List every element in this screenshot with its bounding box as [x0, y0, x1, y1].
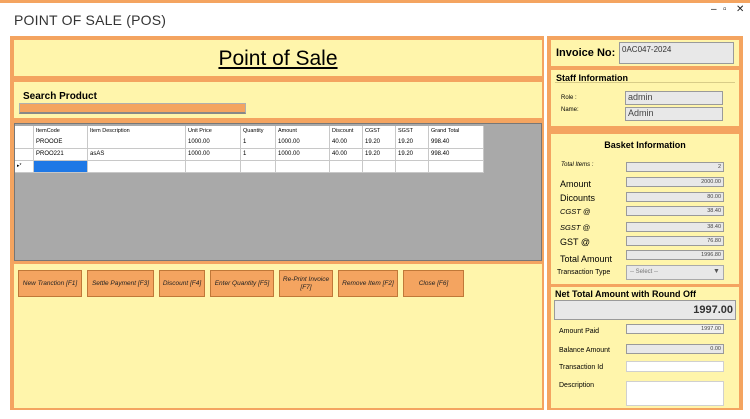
invoice-number: 0AC047-2024	[619, 42, 734, 64]
total-items-value: 2	[626, 162, 724, 172]
table-cell[interactable]: 1000.00	[276, 137, 330, 149]
basket-panel: Basket Information Total Items : 2 Amoun…	[551, 134, 739, 284]
discounts-label: Dicounts	[560, 193, 596, 203]
table-cell[interactable]: 998.40	[429, 149, 484, 161]
search-label: Search Product	[23, 91, 97, 102]
new-row-cell-selected[interactable]	[34, 161, 88, 173]
new-row-cell[interactable]	[363, 161, 396, 173]
new-row-cell[interactable]	[88, 161, 186, 173]
search-input[interactable]	[19, 103, 246, 114]
invoice-panel: Invoice No: 0AC047-2024	[551, 40, 739, 66]
role-value: admin	[625, 91, 723, 105]
new-row-cell[interactable]	[241, 161, 276, 173]
staff-panel: Staff Information Role : admin Name: Adm…	[551, 70, 739, 126]
transaction-type-value: -- Select --	[630, 269, 659, 275]
table-cell[interactable]: 19.20	[396, 137, 429, 149]
table-cell[interactable]	[88, 137, 186, 149]
cgst-label: CGST @	[560, 207, 591, 216]
amount-paid-label: Amount Paid	[559, 328, 600, 335]
table-cell[interactable]: 40.00	[330, 137, 363, 149]
table-cell[interactable]: 1000.00	[276, 149, 330, 161]
table-cell[interactable]: 1000.00	[186, 137, 241, 149]
role-label: Role :	[561, 95, 577, 101]
balance-value: 0.00	[626, 344, 724, 354]
search-panel: Search Product	[14, 82, 542, 118]
reprint-invoice-button[interactable]: Re-Print Invoice [F7]	[279, 270, 333, 297]
close-icon[interactable]: ✕	[736, 4, 744, 15]
name-label: Name:	[561, 107, 579, 113]
table-cell[interactable]: PROO221	[34, 149, 88, 161]
table-cell[interactable]: PROOOE	[34, 137, 88, 149]
table-cell[interactable]: 998.40	[429, 137, 484, 149]
new-row-cell[interactable]	[276, 161, 330, 173]
name-value: Admin	[625, 107, 723, 121]
payment-panel: Net Total Amount with Round Off 1997.00 …	[551, 287, 739, 408]
net-total-value: 1997.00	[554, 300, 736, 320]
table-cell[interactable]: 1	[241, 137, 276, 149]
table-cell[interactable]: 40.00	[330, 149, 363, 161]
total-items-label: Total Items :	[561, 162, 594, 168]
action-panel: New Tranction [F1] Settle Payment [F3] Dis…	[14, 264, 542, 408]
net-total-label: Net Total Amount with Round Off	[555, 289, 696, 299]
transaction-type-select[interactable]: -- Select -- ▼	[626, 265, 724, 280]
window-title: POINT OF SALE (POS)	[14, 12, 167, 28]
product-table: ItemCode Item Description Unit Price Quanti…	[14, 123, 542, 261]
basket-title: Basket Information	[604, 140, 686, 150]
table-cell[interactable]: asAS	[88, 149, 186, 161]
table-cell[interactable]: 19.20	[396, 149, 429, 161]
new-row-marker[interactable]: ▸*	[15, 161, 34, 173]
description-input[interactable]	[626, 381, 724, 406]
total-amount-value: 1996.80	[626, 250, 724, 260]
staff-divider	[555, 82, 735, 83]
gst-label: GST @	[560, 237, 590, 247]
new-row-cell[interactable]	[396, 161, 429, 173]
row-header[interactable]	[15, 149, 34, 161]
invoice-label: Invoice No:	[556, 47, 616, 59]
sgst-value: 38.40	[626, 222, 724, 232]
enter-quantity-button[interactable]: Enter Quantity [F5]	[210, 270, 274, 297]
maximize-icon[interactable]: ▫	[723, 4, 727, 15]
new-row-cell[interactable]	[186, 161, 241, 173]
transaction-type-label: Transaction Type	[557, 269, 611, 276]
new-row-cell[interactable]	[429, 161, 484, 173]
amount-paid-input[interactable]: 1997.00	[626, 324, 724, 334]
table-cell[interactable]: 19.20	[363, 137, 396, 149]
new-row-cell[interactable]	[330, 161, 363, 173]
gst-value: 76.80	[626, 236, 724, 246]
description-label: Description	[559, 382, 595, 389]
title-bar-accent	[0, 0, 750, 3]
table-cell[interactable]: 1000.00	[186, 149, 241, 161]
row-header[interactable]	[15, 137, 34, 149]
transaction-id-input[interactable]	[626, 361, 724, 372]
new-transaction-button[interactable]: New Tranction [F1]	[18, 270, 82, 297]
header-panel: Point of Sale	[14, 40, 542, 76]
transaction-id-label: Transaction Id	[559, 364, 604, 371]
amount-value: 2000.00	[626, 177, 724, 187]
table-cell[interactable]: 19.20	[363, 149, 396, 161]
sgst-label: SGST @	[560, 223, 591, 232]
settle-payment-button[interactable]: Settle Payment [F3]	[87, 270, 154, 297]
close-button[interactable]: Close [F6]	[403, 270, 464, 297]
cgst-value: 38.40	[626, 206, 724, 216]
discount-button[interactable]: Discount [F4]	[159, 270, 205, 297]
page-title: Point of Sale	[218, 47, 338, 70]
table-cell[interactable]: 1	[241, 149, 276, 161]
total-amount-label: Total Amount	[560, 254, 613, 264]
remove-item-button[interactable]: Remove Item [F2]	[338, 270, 398, 297]
amount-label: Amount	[560, 179, 592, 189]
discounts-value: 80.00	[626, 192, 724, 202]
chevron-down-icon: ▼	[713, 268, 720, 275]
minimize-icon[interactable]: –	[711, 4, 717, 15]
balance-label: Balance Amount	[559, 347, 610, 354]
